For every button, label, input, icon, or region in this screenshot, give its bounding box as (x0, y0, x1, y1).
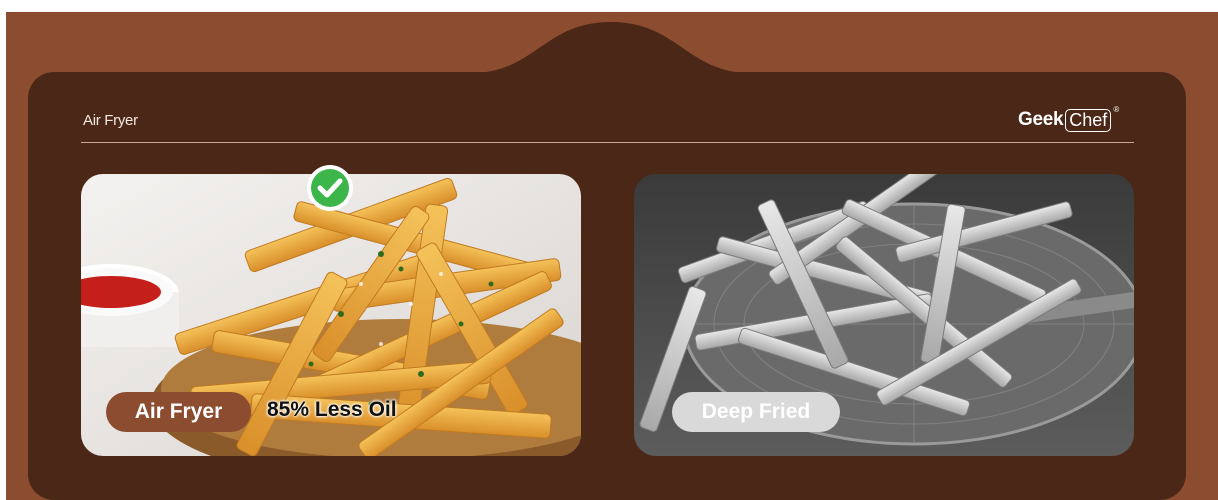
brand-logo-part-b: Chef (1065, 108, 1112, 132)
deep-fried-card: Deep Fried (634, 174, 1134, 456)
less-oil-claim: 85% Less Oil (267, 398, 397, 421)
check-icon (307, 165, 353, 211)
deep-fried-label: Deep Fried (672, 392, 840, 432)
header-divider (81, 142, 1134, 143)
brand-logo: Geek Chef ® (1018, 105, 1120, 133)
registered-mark: ® (1113, 105, 1120, 114)
air-fryer-label: Air Fryer (106, 392, 251, 432)
product-title: Air Fryer (83, 112, 138, 129)
banner-background: Air Fryer Geek Chef ® Air Fryer 85% Less… (6, 12, 1218, 500)
comparison-panel: Air Fryer Geek Chef ® Air Fryer 85% Less… (28, 72, 1186, 500)
air-fryer-card: Air Fryer 85% Less Oil (81, 174, 581, 456)
brand-logo-part-a: Geek (1018, 109, 1064, 130)
